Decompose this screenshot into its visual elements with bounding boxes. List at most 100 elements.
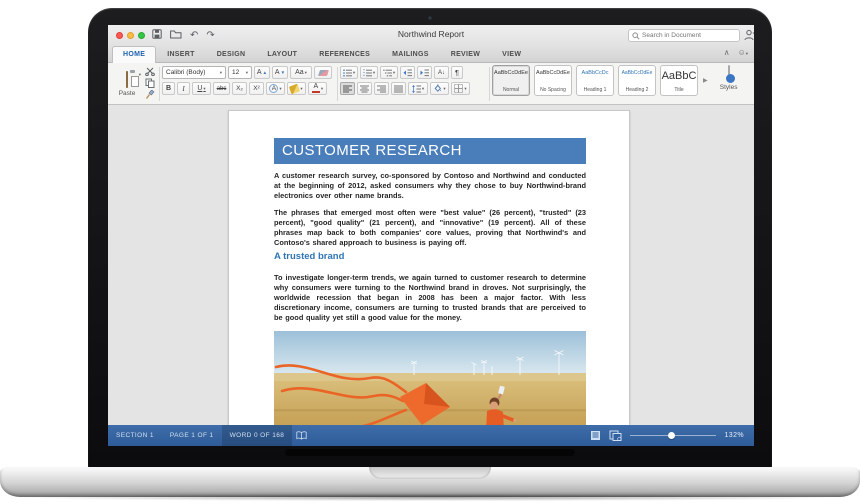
book-icon: [296, 431, 307, 440]
chevron-down-icon: ▾: [220, 70, 222, 76]
zoom-slider-knob[interactable]: [668, 432, 675, 439]
more-arrow-icon: ▶: [703, 78, 708, 84]
document-search[interactable]: [628, 29, 740, 42]
ribbon-tab-bar: HOME INSERT DESIGN LAYOUT REFERENCES MAI…: [108, 46, 754, 63]
show-paragraph-marks-button[interactable]: ¶: [451, 66, 463, 79]
draft-view-button[interactable]: [590, 430, 601, 441]
styles-pane-icon: [728, 65, 730, 82]
styles-gallery-more-button[interactable]: ▶: [702, 77, 709, 84]
format-painter-button[interactable]: [144, 90, 156, 100]
change-case-button[interactable]: Aa▾: [290, 66, 312, 79]
ribbon: ▾ Paste Calibri (: [108, 63, 754, 105]
multilevel-list-button[interactable]: ▾: [380, 66, 398, 79]
multilevel-list-icon: [383, 69, 392, 77]
document-paragraph: To investigate longer-term trends, we ag…: [274, 273, 586, 323]
laptop-lid-notch: [369, 467, 491, 479]
grow-font-button[interactable]: A▲: [254, 66, 270, 79]
status-page[interactable]: PAGE 1 OF 1: [162, 425, 222, 446]
status-section[interactable]: SECTION 1: [108, 425, 162, 446]
italic-button[interactable]: I: [177, 82, 190, 95]
collapse-ribbon-button[interactable]: ∧: [724, 48, 730, 57]
outdent-icon: [403, 69, 412, 77]
feedback-button[interactable]: ☺▾: [738, 48, 748, 57]
share-button[interactable]: [744, 29, 754, 44]
style-card-title[interactable]: AaBbC Title: [660, 65, 698, 96]
document-subheading: A trusted brand: [274, 251, 344, 262]
proofing-button[interactable]: [296, 431, 307, 440]
align-right-button[interactable]: [374, 82, 389, 95]
clear-formatting-button[interactable]: [314, 66, 332, 79]
arrow-up-icon: ▲: [263, 70, 267, 75]
scissors-icon: [145, 67, 155, 76]
sort-button[interactable]: A↓: [434, 66, 449, 79]
borders-button[interactable]: ▾: [451, 82, 470, 95]
print-layout-icon: [609, 430, 622, 441]
eraser-icon: [318, 70, 329, 76]
font-name-select[interactable]: Calibri (Body)▾: [162, 66, 226, 79]
bold-button[interactable]: B: [162, 82, 175, 95]
underline-button[interactable]: U▾: [192, 82, 211, 95]
highlight-button[interactable]: ▾: [287, 82, 306, 95]
font-color-button[interactable]: A▾: [308, 82, 327, 95]
increase-indent-button[interactable]: [417, 66, 432, 79]
search-input[interactable]: [642, 32, 734, 39]
bullet-list-icon: [343, 69, 352, 77]
document-canvas[interactable]: CUSTOMER RESEARCH A customer research su…: [108, 105, 754, 425]
document-page[interactable]: CUSTOMER RESEARCH A customer research su…: [228, 110, 630, 425]
laptop-shadow: [14, 494, 846, 501]
subscript-button[interactable]: X₂: [232, 82, 247, 95]
style-card-heading-2[interactable]: AaBbCcDdEe Heading 2: [618, 65, 656, 96]
tab-mailings[interactable]: MAILINGS: [381, 46, 440, 63]
tab-home[interactable]: HOME: [112, 46, 156, 63]
strikethrough-button[interactable]: abc: [213, 82, 230, 95]
numbered-list-icon: [363, 69, 372, 77]
paint-bucket-icon: [433, 84, 442, 93]
style-card-heading-1[interactable]: AaBbCcDc Heading 1: [576, 65, 614, 96]
align-left-button[interactable]: [340, 82, 355, 95]
shrink-font-button[interactable]: A▼: [272, 66, 288, 79]
style-card-no-spacing[interactable]: AaBbCcDdEe No Spacing: [534, 65, 572, 96]
align-center-button[interactable]: [357, 82, 372, 95]
shading-button[interactable]: ▾: [430, 82, 449, 95]
style-card-normal[interactable]: AaBbCcDdEe Normal: [492, 65, 530, 96]
paragraph-group: ▾ ▾ ▾ A↓ ¶: [340, 66, 488, 95]
styles-pane-button[interactable]: Styles: [713, 65, 745, 91]
decrease-indent-button[interactable]: [400, 66, 415, 79]
font-size-select[interactable]: 12▾: [228, 66, 252, 79]
tab-design[interactable]: DESIGN: [206, 46, 257, 63]
superscript-button[interactable]: X²: [249, 82, 264, 95]
line-spacing-icon: [412, 85, 421, 93]
hinge-slot: [285, 449, 575, 456]
share-person-icon: [744, 29, 754, 41]
print-layout-view-button[interactable]: [609, 430, 622, 441]
justify-icon: [394, 85, 403, 93]
styles-group: AaBbCcDdEe Normal AaBbCcDdEe No Spacing …: [492, 65, 752, 96]
zoom-level[interactable]: 132%: [724, 432, 744, 439]
status-word-count[interactable]: WORD 0 OF 168: [222, 425, 293, 446]
tab-insert[interactable]: INSERT: [156, 46, 205, 63]
copy-button[interactable]: [144, 78, 156, 88]
chevron-up-icon: ∧: [724, 48, 730, 57]
format-painter-icon: [145, 90, 155, 100]
tab-layout[interactable]: LAYOUT: [256, 46, 308, 63]
draft-view-icon: [590, 430, 601, 441]
cut-button[interactable]: [144, 66, 156, 76]
tab-references[interactable]: REFERENCES: [308, 46, 381, 63]
align-left-icon: [343, 85, 352, 93]
title-bar: ↶ ↷ Northwind Report: [108, 25, 754, 46]
tab-view[interactable]: VIEW: [491, 46, 532, 63]
zoom-slider[interactable]: [630, 425, 716, 446]
document-photo[interactable]: [274, 331, 586, 425]
copy-icon: [145, 78, 155, 88]
justify-button[interactable]: [391, 82, 406, 95]
kite-field-photo: [274, 331, 586, 425]
paste-button[interactable]: ▾ Paste: [114, 66, 140, 102]
paste-dropdown-icon: ▾: [139, 72, 141, 78]
borders-icon: [454, 84, 463, 93]
bullets-button[interactable]: ▾: [340, 66, 358, 79]
line-spacing-button[interactable]: ▾: [408, 82, 428, 95]
text-effects-button[interactable]: A▾: [266, 82, 285, 95]
indent-icon: [420, 69, 429, 77]
numbering-button[interactable]: ▾: [360, 66, 378, 79]
tab-review[interactable]: REVIEW: [440, 46, 491, 63]
